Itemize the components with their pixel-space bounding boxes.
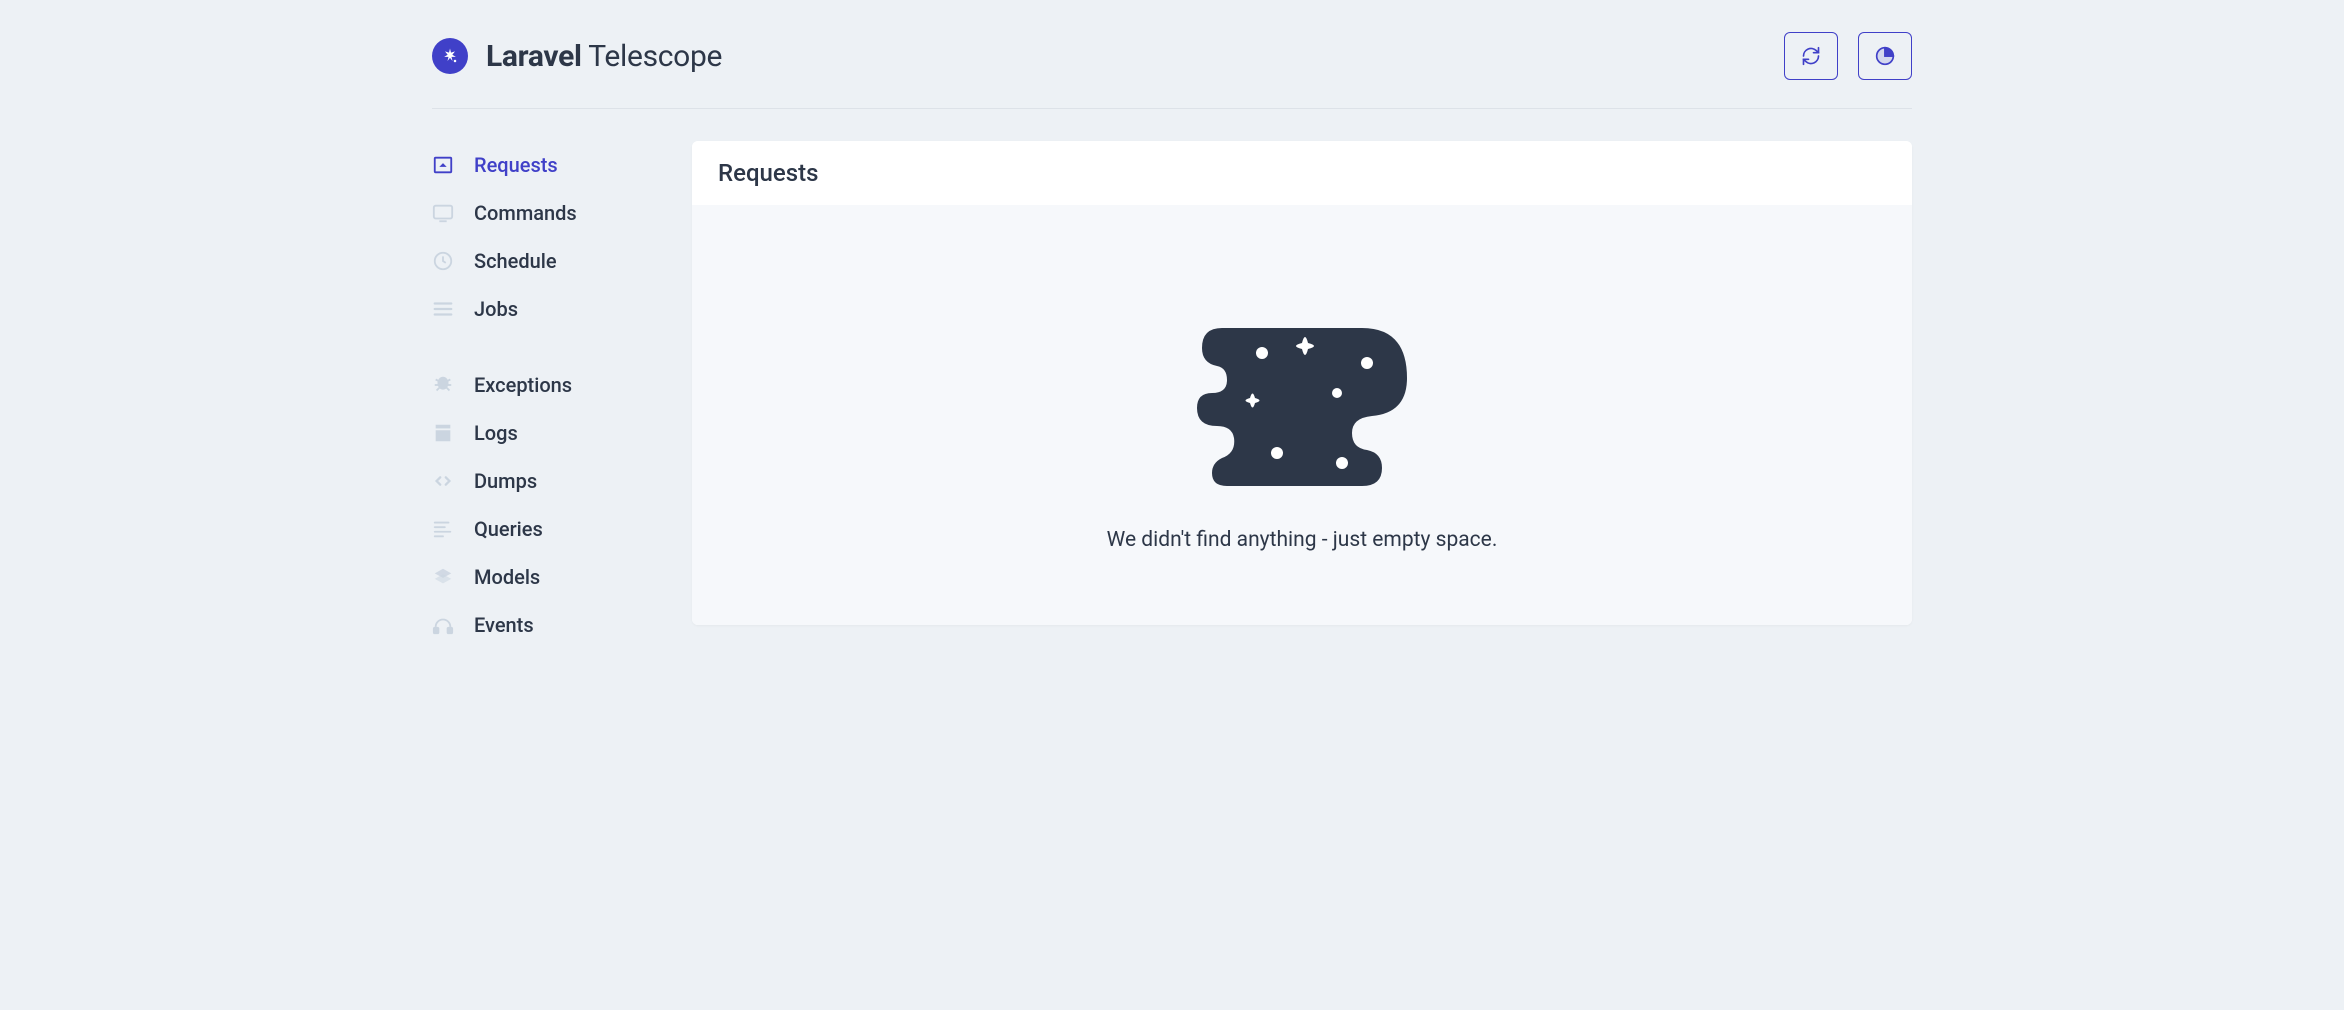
main-content: Requests We didn't find anything - just …: [692, 141, 1912, 677]
sidebar-item-commands[interactable]: Commands: [432, 189, 652, 237]
jobs-icon: [432, 298, 454, 320]
sidebar-item-requests[interactable]: Requests: [432, 141, 652, 189]
sidebar: Requests Commands: [432, 141, 652, 677]
page-title: Requests: [692, 141, 1912, 205]
refresh-icon: [1801, 46, 1821, 66]
sidebar-item-jobs[interactable]: Jobs: [432, 285, 652, 333]
empty-state: We didn't find anything - just empty spa…: [692, 205, 1912, 625]
sidebar-item-dumps[interactable]: Dumps: [432, 457, 652, 505]
sidebar-item-label: Events: [474, 613, 534, 637]
logs-icon: [432, 422, 454, 444]
brand-logo-icon: [432, 38, 468, 74]
brand[interactable]: Laravel Telescope: [432, 38, 722, 74]
sidebar-item-schedule[interactable]: Schedule: [432, 237, 652, 285]
events-icon: [432, 614, 454, 636]
sidebar-item-label: Logs: [474, 421, 518, 445]
empty-state-text: We didn't find anything - just empty spa…: [1107, 528, 1498, 552]
sidebar-item-label: Commands: [474, 201, 577, 225]
header-actions: [1784, 32, 1912, 80]
sidebar-item-logs[interactable]: Logs: [432, 409, 652, 457]
sidebar-item-label: Exceptions: [474, 373, 572, 397]
sidebar-item-label: Schedule: [474, 249, 557, 273]
dashboard-button[interactable]: [1858, 32, 1912, 80]
models-icon: [432, 566, 454, 588]
commands-icon: [432, 202, 454, 224]
sidebar-item-events[interactable]: Events: [432, 601, 652, 649]
exceptions-icon: [432, 374, 454, 396]
sidebar-item-label: Jobs: [474, 297, 518, 321]
dumps-icon: [432, 470, 454, 492]
sidebar-group-2: Exceptions Logs: [432, 361, 652, 649]
queries-icon: [432, 518, 454, 540]
sidebar-item-label: Requests: [474, 153, 558, 177]
sidebar-item-label: Models: [474, 565, 540, 589]
app-title: Laravel Telescope: [486, 39, 722, 74]
sidebar-item-label: Dumps: [474, 469, 537, 493]
sidebar-group-1: Requests Commands: [432, 141, 652, 333]
main-card: Requests We didn't find anything - just …: [692, 141, 1912, 625]
sidebar-item-label: Queries: [474, 517, 543, 541]
schedule-icon: [432, 250, 454, 272]
empty-space-icon: [1172, 308, 1432, 488]
refresh-button[interactable]: [1784, 32, 1838, 80]
sidebar-item-queries[interactable]: Queries: [432, 505, 652, 553]
pie-chart-icon: [1875, 46, 1895, 66]
header: Laravel Telescope: [432, 0, 1912, 109]
sidebar-item-models[interactable]: Models: [432, 553, 652, 601]
requests-icon: [432, 154, 454, 176]
sidebar-item-exceptions[interactable]: Exceptions: [432, 361, 652, 409]
